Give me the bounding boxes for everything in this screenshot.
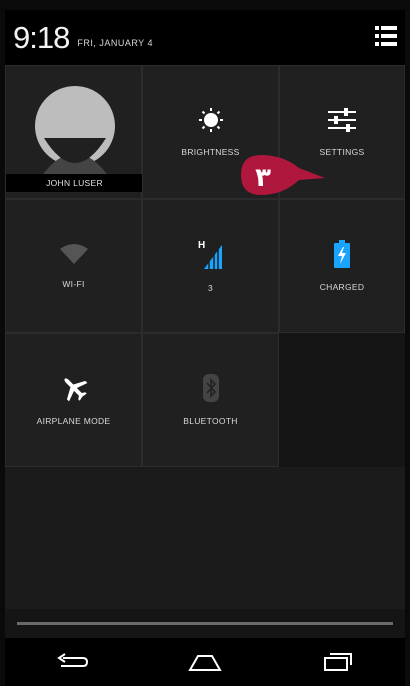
tile-airplane-mode[interactable]: AIRPLANE MODE — [5, 333, 142, 467]
status-bar: 9:18 FRI, JANUARY 4 — [5, 10, 405, 65]
tile-label: WI-FI — [62, 279, 85, 289]
home-button[interactable] — [185, 647, 225, 677]
user-name: JOHN LUSER — [6, 174, 143, 192]
tile-label: BRIGHTNESS — [181, 147, 240, 157]
recents-button[interactable] — [318, 647, 358, 677]
date: FRI, JANUARY 4 — [77, 37, 154, 48]
battery-icon — [334, 240, 350, 268]
svg-text:۳: ۳ — [255, 163, 271, 193]
drag-handle[interactable] — [17, 622, 393, 625]
tile-battery[interactable]: CHARGED — [279, 199, 405, 333]
signal-icon: H — [198, 240, 222, 269]
brightness-icon — [198, 108, 223, 132]
svg-text:H: H — [198, 240, 205, 251]
back-icon — [56, 653, 88, 667]
quick-settings-screen: 9:18 FRI, JANUARY 4 JOHN LUSER BRIGHTNES… — [5, 10, 405, 686]
back-button[interactable] — [52, 647, 92, 677]
wifi-icon — [59, 244, 88, 264]
background-shade — [5, 467, 405, 609]
callout-badge: ۳ — [241, 155, 325, 195]
tile-label: CHARGED — [319, 282, 365, 292]
settings-sliders-icon — [328, 108, 356, 132]
tile-wifi[interactable]: WI-FI — [5, 199, 142, 333]
tile-label: 3 — [207, 283, 214, 293]
avatar — [35, 86, 115, 181]
airplane-icon — [63, 378, 87, 402]
user-tile[interactable]: JOHN LUSER — [5, 65, 143, 199]
tile-bluetooth[interactable]: BLUETOOTH — [142, 333, 279, 467]
navigation-bar — [5, 638, 405, 686]
tile-label: AIRPLANE MODE — [36, 416, 111, 426]
clock: 9:18 — [13, 19, 70, 55]
tile-mobile-data[interactable]: H 3 — [142, 199, 279, 333]
menu-icon[interactable] — [375, 25, 397, 47]
recents-icon — [324, 653, 353, 671]
home-icon — [188, 655, 222, 671]
tile-label: BLUETOOTH — [183, 416, 238, 426]
bluetooth-icon — [202, 374, 219, 402]
